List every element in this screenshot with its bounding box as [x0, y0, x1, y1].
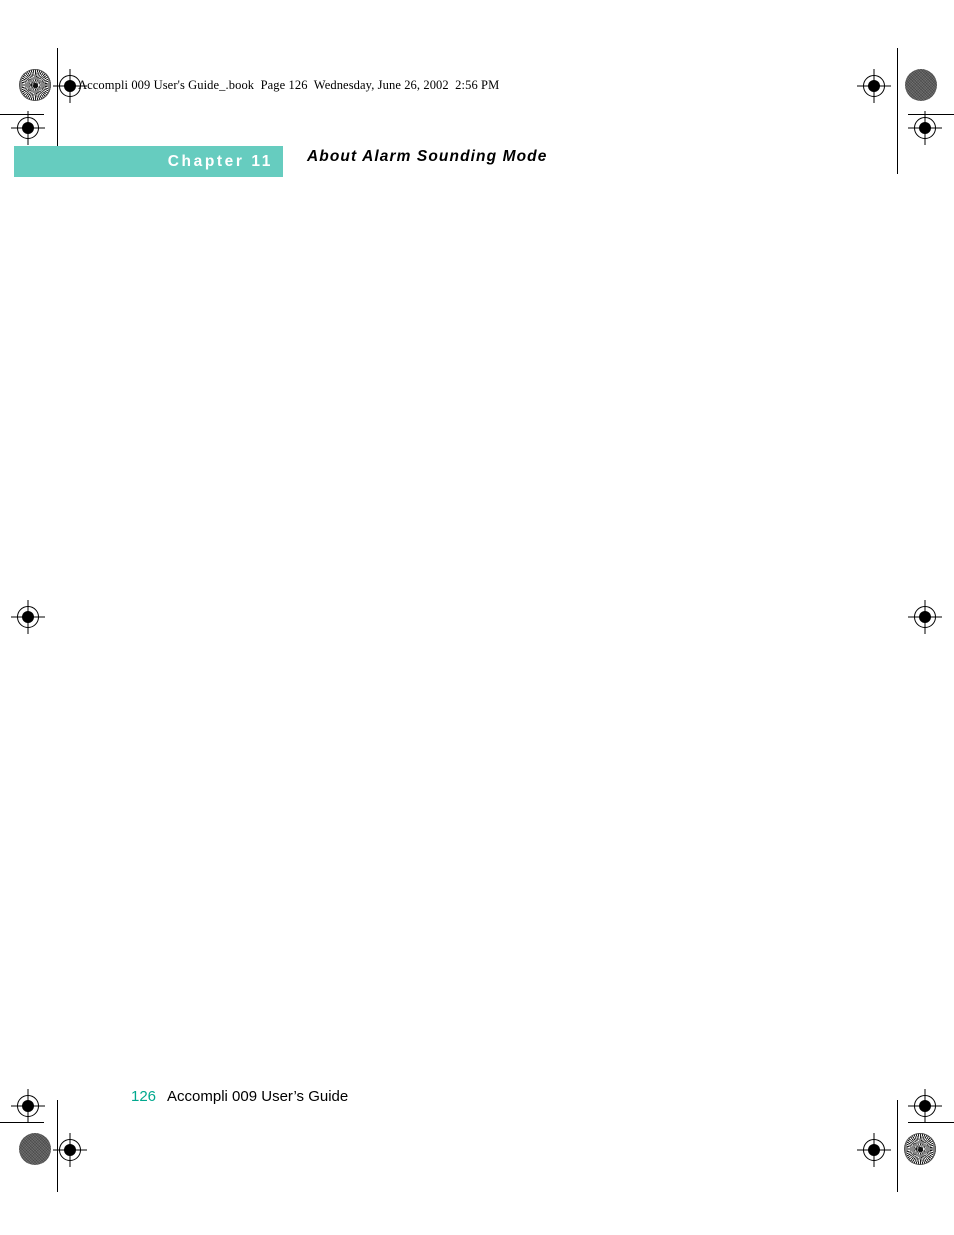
registration-crosshair-icon-mid-left: [11, 600, 45, 634]
density-patch-icon-bottom-left: [19, 1133, 51, 1165]
footer-guide-title: Accompli 009 User’s Guide: [167, 1088, 349, 1105]
star-target-icon-top-left: [19, 69, 51, 101]
registration-crosshair-icon-bottom-right: [908, 1089, 942, 1123]
registration-crosshair-icon-bottom-left-2: [53, 1133, 87, 1167]
chapter-bar: Chapter 11: [14, 146, 283, 177]
page-footer: 126 Accompli 009 User’s Guide: [131, 1088, 348, 1105]
proof-slug-line: Accompli 009 User's Guide_.book Page 126…: [78, 78, 500, 92]
chapter-label: Chapter 11: [167, 152, 273, 170]
footer-page-number: 126: [131, 1088, 157, 1105]
registration-crosshair-icon-top-right-crop: [857, 69, 891, 103]
registration-crosshair-icon-bottom-left: [11, 1089, 45, 1123]
page-body-content: [130, 205, 830, 1065]
registration-crosshair-icon-bottom-right-2: [857, 1133, 891, 1167]
page-title: About Alarm Sounding Mode: [307, 148, 548, 165]
crop-line-right-top: [897, 48, 898, 174]
registration-crosshair-icon-top-right: [908, 111, 942, 145]
registration-crosshair-icon-top-left-crop: [11, 111, 45, 145]
density-patch-icon-top-right: [905, 69, 937, 101]
registration-crosshair-icon-mid-right: [908, 600, 942, 634]
star-target-icon-bottom-right: [904, 1133, 936, 1165]
manual-page: Accompli 009 User's Guide_.book Page 126…: [0, 0, 954, 1235]
crop-line-right-bottom: [897, 1100, 898, 1192]
